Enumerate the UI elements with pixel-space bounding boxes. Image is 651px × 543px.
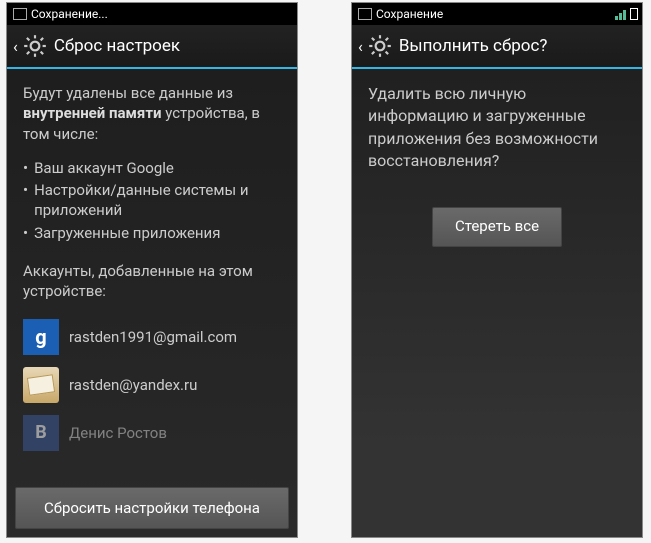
- gear-icon: [367, 33, 393, 59]
- bullet-item: •Настройки/данные системы и приложений: [23, 180, 281, 221]
- reset-phone-button[interactable]: Сбросить настройки телефона: [15, 487, 289, 529]
- account-email: rastden@yandex.ru: [69, 375, 197, 395]
- screenshot-reset-settings: Сохранение... ‹ Сброс настроек Будут уда…: [6, 2, 298, 538]
- account-email: rastden1991@gmail.com: [69, 327, 237, 347]
- mail-icon: [23, 367, 59, 403]
- status-right-icons: [614, 3, 638, 25]
- status-text: Сохранение: [376, 7, 443, 21]
- erase-all-button-label: Стереть все: [455, 216, 539, 236]
- account-row[interactable]: g rastden1991@gmail.com: [23, 313, 281, 361]
- screen-title: Сброс настроек: [54, 36, 180, 56]
- battery-icon: [630, 8, 638, 20]
- intro-text: Будут удалены все данные из внутренней п…: [23, 83, 281, 144]
- screen-title: Выполнить сброс?: [399, 36, 548, 56]
- bullet-list: •Ваш аккаунт Google •Настройки/данные си…: [23, 158, 281, 243]
- signal-icon: [614, 9, 626, 19]
- gear-icon: [22, 33, 48, 59]
- picture-icon: [358, 8, 372, 20]
- content-area: Удалить всю личную информацию и загружен…: [352, 69, 642, 537]
- title-bar[interactable]: ‹ Выполнить сброс?: [352, 25, 642, 69]
- reset-phone-button-label: Сбросить настройки телефона: [44, 498, 260, 518]
- account-row[interactable]: rastden@yandex.ru: [23, 361, 281, 409]
- picture-icon: [13, 8, 27, 20]
- vk-icon: B: [23, 415, 59, 451]
- account-row[interactable]: B Денис Ростов: [23, 409, 281, 457]
- google-icon: g: [23, 319, 59, 355]
- account-email: Денис Ростов: [69, 423, 167, 443]
- status-bar: Сохранение...: [7, 3, 297, 25]
- back-chevron-icon[interactable]: ‹: [13, 37, 18, 56]
- status-text: Сохранение...: [31, 7, 108, 21]
- erase-all-button[interactable]: Стереть все: [432, 207, 562, 247]
- status-bar: Сохранение: [352, 3, 642, 25]
- bullet-text: Загруженные приложения: [34, 223, 220, 243]
- confirm-text: Удалить всю личную информацию и загружен…: [368, 83, 626, 173]
- content-area: Будут удалены все данные из внутренней п…: [7, 69, 297, 537]
- bullet-text: Ваш аккаунт Google: [34, 158, 174, 178]
- title-bar[interactable]: ‹ Сброс настроек: [7, 25, 297, 69]
- accounts-label: Аккаунты, добавленные на этом устройстве…: [23, 261, 281, 302]
- intro-bold: внутренней памяти: [23, 104, 161, 122]
- bullet-item: •Ваш аккаунт Google: [23, 158, 281, 178]
- screenshot-confirm-reset: Сохранение ‹ Выполнить сброс? Удалить вс…: [351, 2, 643, 538]
- back-chevron-icon[interactable]: ‹: [358, 37, 363, 56]
- intro-pre: Будут удалены все данные из: [23, 84, 233, 102]
- bullet-item: •Загруженные приложения: [23, 223, 281, 243]
- bullet-text: Настройки/данные системы и приложений: [34, 180, 281, 221]
